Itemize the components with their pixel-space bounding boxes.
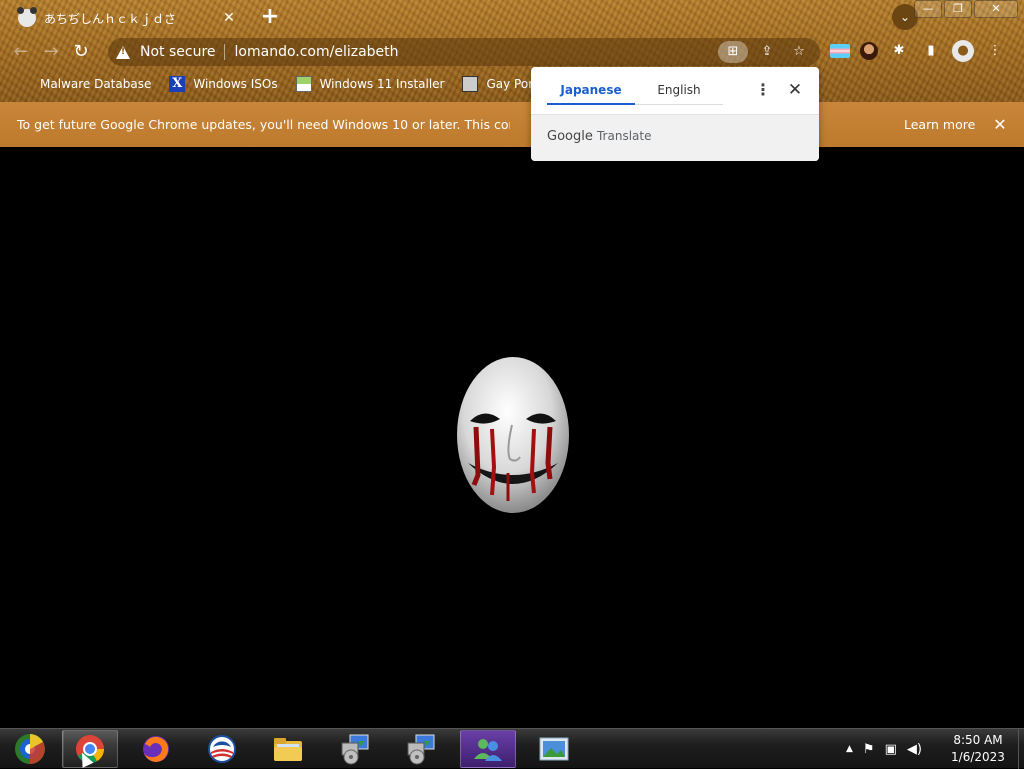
brand-google: Google — [547, 129, 593, 144]
messenger-icon — [474, 739, 502, 761]
network-icon[interactable]: ▣ — [885, 742, 897, 757]
start-button[interactable] — [2, 730, 58, 768]
translate-language-tabs: Japanese English — [547, 79, 723, 105]
translate-close-icon[interactable]: ✕ — [785, 79, 805, 101]
flag-extension-icon[interactable] — [830, 44, 850, 58]
taskbar-messenger[interactable] — [460, 730, 516, 768]
security-indicator[interactable]: Not secure — [140, 44, 225, 60]
taskbar-installer-1[interactable] — [326, 730, 382, 768]
bookmark-windows-isos[interactable]: X Windows ISOs — [169, 76, 278, 92]
show-hidden-icons-chevron-icon[interactable]: ▲ — [846, 744, 853, 754]
url-text[interactable]: lomando.com/elizabeth — [235, 44, 712, 60]
installer-icon — [407, 734, 435, 765]
clock[interactable]: 8:50 AM 1/6/2023 — [940, 732, 1016, 766]
taskbar-photo-viewer[interactable] — [526, 730, 582, 768]
bookmark-star-icon[interactable]: ☆ — [786, 41, 812, 63]
extensions-area: ✱ ▮ ● ⋮ — [830, 40, 1006, 62]
translate-popup: Japanese English ⋮ ✕ Google Translate — [531, 67, 819, 161]
extensions-puzzle-icon[interactable]: ✱ — [888, 40, 910, 62]
tab-close-icon[interactable]: ✕ — [220, 10, 238, 26]
translate-more-options-icon[interactable]: ⋮ — [755, 79, 771, 101]
address-bar[interactable]: Not secure lomando.com/elizabeth ⊞ ⇪ ☆ — [108, 38, 820, 66]
bookmark-windows-11-installer[interactable]: Windows 11 Installer — [295, 76, 445, 92]
installer-icon — [341, 734, 369, 765]
update-infobar: To get future Google Chrome updates, you… — [0, 102, 1024, 147]
tab-japanese[interactable]: Japanese — [547, 79, 635, 105]
image-icon — [295, 76, 312, 92]
panda-favicon-icon — [17, 7, 37, 27]
tab-english[interactable]: English — [635, 79, 723, 105]
volume-icon[interactable]: ◀) — [907, 742, 922, 757]
window-controls: — ❐ ✕ — [914, 0, 1018, 18]
photo-icon — [539, 737, 569, 761]
share-icon[interactable]: ⇪ — [754, 41, 780, 63]
bloody-smiling-mask-image — [450, 355, 576, 517]
x-icon: X — [169, 76, 186, 92]
windows-orb-icon — [15, 734, 45, 764]
taskbar-firefox[interactable] — [128, 730, 184, 768]
close-window-button[interactable]: ✕ — [974, 0, 1018, 18]
clock-time: 8:50 AM — [953, 733, 1003, 747]
taskbar-installer-2[interactable] — [392, 730, 448, 768]
toolbar: ← → ↻ Not secure lomando.com/elizabeth ⊞… — [0, 36, 1024, 68]
bookmark-label: Windows 11 Installer — [319, 77, 445, 91]
profile-icon[interactable]: ● — [952, 40, 974, 62]
translate-icon[interactable]: ⊞ — [718, 41, 748, 63]
restore-button[interactable]: ❐ — [944, 0, 972, 18]
taskbar: ▲ ⚑ ▣ ◀) 8:50 AM 1/6/2023 — [0, 728, 1024, 769]
side-panel-icon[interactable]: ▮ — [920, 40, 942, 62]
circle-logo-icon — [208, 735, 236, 763]
menu-icon[interactable]: ⋮ — [984, 40, 1006, 62]
clock-date: 1/6/2023 — [951, 750, 1005, 764]
taskbar-file-explorer[interactable] — [260, 730, 316, 768]
system-tray: ▲ ⚑ ▣ ◀) — [846, 729, 922, 769]
bookmark-label: Malware Database — [40, 77, 152, 91]
firefox-icon — [143, 736, 169, 762]
avatar-extension-icon[interactable] — [860, 42, 878, 60]
warning-icon[interactable] — [116, 45, 130, 59]
infobar-message: To get future Google Chrome updates, you… — [17, 117, 510, 132]
forward-icon[interactable]: → — [36, 37, 66, 67]
bookmarks-bar: Malware Database X Windows ISOs Windows … — [0, 72, 613, 96]
brand-translate: Translate — [596, 129, 652, 143]
back-icon[interactable]: ← — [6, 37, 36, 67]
tab-active[interactable]: あちぢしんｈｃｋｊｄさ ✕ — [8, 2, 248, 34]
minimize-button[interactable]: — — [914, 0, 942, 18]
infobar-close-icon[interactable]: ✕ — [990, 115, 1010, 134]
browser-frame: あちぢしんｈｃｋｊｄさ ✕ + ⌄ — ❐ ✕ ← → ↻ Not secure… — [0, 0, 1024, 102]
malware-icon — [16, 76, 32, 92]
google-translate-brand: Google Translate — [547, 129, 651, 144]
bookmark-label: Windows ISOs — [193, 77, 278, 91]
computer-icon — [462, 76, 479, 92]
translate-footer: Google Translate — [531, 115, 819, 161]
action-center-flag-icon[interactable]: ⚑ — [863, 742, 875, 757]
show-desktop-button[interactable] — [1018, 729, 1024, 769]
bookmark-malware-database[interactable]: Malware Database — [16, 76, 151, 92]
folder-icon — [274, 738, 302, 761]
page-content — [0, 147, 1024, 728]
learn-more-link[interactable]: Learn more — [904, 117, 975, 132]
reload-icon[interactable]: ↻ — [66, 37, 96, 67]
tab-title: あちぢしんｈｃｋｊｄさ — [44, 11, 177, 26]
taskbar-circle-logo[interactable] — [194, 730, 250, 768]
new-tab-button[interactable]: + — [258, 4, 282, 30]
